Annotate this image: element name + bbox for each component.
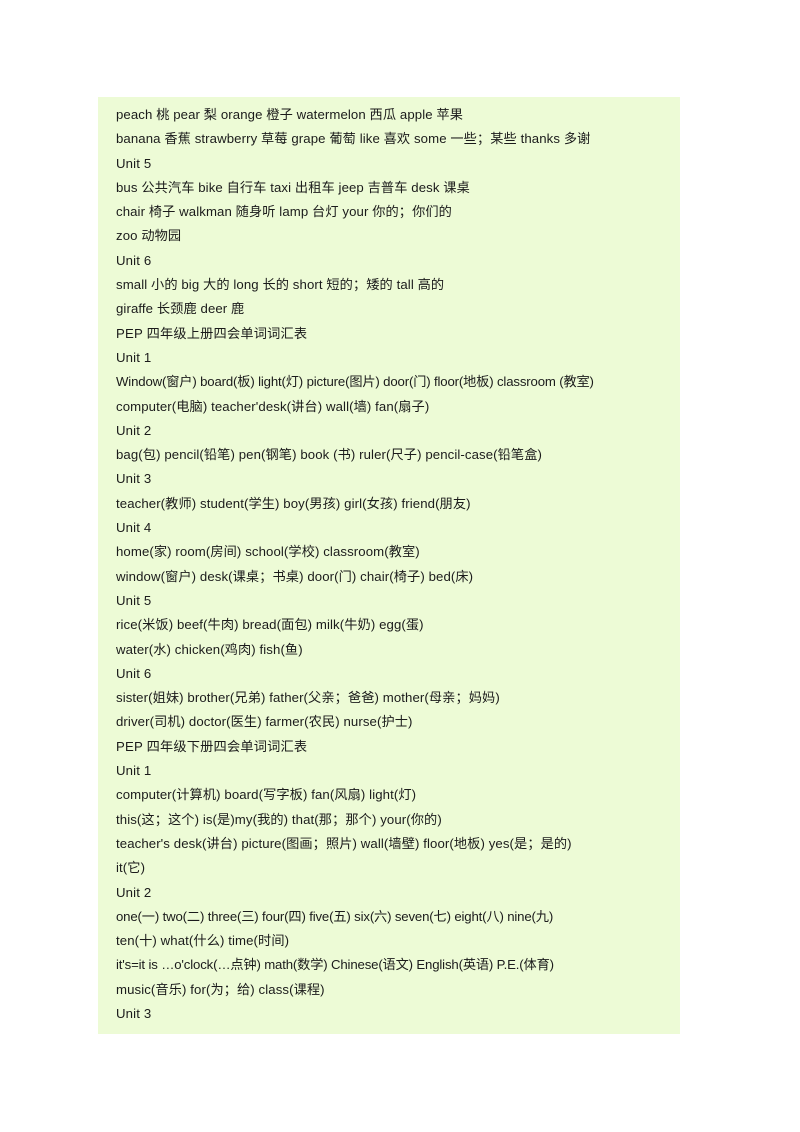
vocabulary-line: bag(包) pencil(铅笔) pen(钢笔) book (书) ruler… [116, 447, 542, 463]
unit-label: Unit 6 [116, 665, 152, 681]
document-page: peach 桃 pear 梨 orange 橙子 watermelon 西瓜 a… [0, 0, 800, 1132]
vocabulary-line: computer(电脑) teacher'desk(讲台) wall(墙) fa… [116, 398, 430, 414]
section-heading: PEP 四年级上册四会单词词汇表 [116, 325, 308, 341]
unit-label: Unit 3 [116, 1005, 152, 1021]
unit-label: Unit 6 [116, 252, 152, 268]
unit-label: Unit 2 [116, 422, 152, 438]
vocabulary-line: peach 桃 pear 梨 orange 橙子 watermelon 西瓜 a… [116, 107, 463, 122]
vocabulary-line: one(一) two(二) three(三) four(四) five(五) s… [116, 908, 554, 924]
unit-label: Unit 3 [116, 471, 152, 487]
vocabulary-line: chair 椅子 walkman 随身听 lamp 台灯 your 你的；你们的 [116, 204, 452, 220]
unit-label: Unit 4 [116, 520, 152, 536]
vocabulary-line: giraffe 长颈鹿 deer 鹿 [116, 301, 245, 317]
unit-label: Unit 5 [116, 155, 152, 171]
unit-label: Unit 1 [116, 763, 152, 779]
vocabulary-line: small 小的 big 大的 long 长的 short 短的；矮的 tall… [116, 277, 445, 293]
unit-label: Unit 5 [116, 592, 152, 608]
vocabulary-line: banana 香蕉 strawberry 草莓 grape 葡萄 like 喜欢… [116, 131, 591, 147]
vocabulary-line: rice(米饭) beef(牛肉) bread(面包) milk(牛奶) egg… [116, 617, 424, 633]
vocabulary-line: this(这；这个) is(是)my(我的) that(那；那个) your(你… [116, 811, 442, 827]
vocabulary-line: bus 公共汽车 bike 自行车 taxi 出租车 jeep 吉普车 desk… [116, 179, 470, 195]
unit-label: Unit 1 [116, 349, 152, 365]
vocabulary-line: zoo 动物园 [116, 228, 182, 244]
vocabulary-line: window(窗户) desk(课桌；书桌) door(门) chair(椅子)… [116, 568, 474, 584]
vocabulary-line: water(水) chicken(鸡肉) fish(鱼) [116, 641, 303, 657]
vocabulary-line: sister(姐妹) brother(兄弟) father(父亲；爸爸) mot… [116, 690, 500, 706]
vocabulary-line: Window(窗户) board(板) light(灯) picture(图片)… [116, 374, 594, 390]
vocabulary-line: teacher's desk(讲台) picture(图画；照片) wall(墙… [116, 835, 572, 851]
vocabulary-line: teacher(教师) student(学生) boy(男孩) girl(女孩)… [116, 495, 471, 511]
unit-label: Unit 2 [116, 884, 152, 900]
vocabulary-line: it(它) [116, 860, 146, 876]
vocabulary-line: home(家) room(房间) school(学校) classroom(教室… [116, 544, 420, 560]
vocabulary-content-block: peach 桃 pear 梨 orange 橙子 watermelon 西瓜 a… [98, 97, 680, 1035]
vocabulary-line: it's=it is …o'clock(…点钟) math(数学) Chines… [116, 957, 554, 973]
vocabulary-line: ten(十) what(什么) time(时间) [116, 933, 290, 949]
section-heading: PEP 四年级下册四会单词词汇表 [116, 738, 308, 754]
vocabulary-line: computer(计算机) board(写字板) fan(风扇) light(灯… [116, 787, 417, 803]
vocabulary-line: music(音乐) for(为；给) class(课程) [116, 981, 325, 997]
vocabulary-line: driver(司机) doctor(医生) farmer(农民) nurse(护… [116, 714, 413, 730]
